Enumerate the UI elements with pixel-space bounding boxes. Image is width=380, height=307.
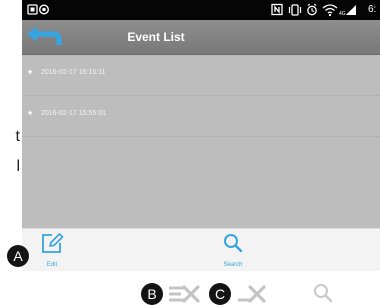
page-title: Event List (127, 30, 185, 44)
clear-all-icon (169, 285, 200, 303)
status-left-icons (27, 3, 67, 17)
callout-c: C (209, 283, 231, 305)
edit-label: Edit (46, 262, 58, 268)
star-icon: ★ (27, 110, 34, 117)
star-icon: ★ (27, 69, 34, 76)
callout-b: B (141, 283, 163, 305)
delete-icon (238, 285, 266, 303)
search-button[interactable]: Search (213, 229, 253, 271)
phone-screen: 4G 6: Event List ★ 2016-02-17 16:10:11 ★… (22, 0, 380, 271)
search-disabled-icon (314, 284, 333, 303)
callout-a: A (7, 245, 29, 267)
status-right-icons: 4G 6: (268, 3, 378, 17)
search-label: Search (223, 262, 243, 268)
app-header: Event List (22, 20, 380, 55)
search-icon (224, 234, 243, 253)
edit-icon (42, 233, 64, 253)
margin-text-2: l (16, 158, 20, 175)
status-system-icons: 4G (271, 3, 356, 17)
event-timestamp: 2016-02-17 15:55:01 (41, 110, 106, 117)
edit-button[interactable]: Edit (32, 229, 72, 271)
event-list: ★ 2016-02-17 16:10:11 ★ 2016-02-17 15:55… (22, 55, 380, 227)
event-timestamp: 2016-02-17 16:10:11 (41, 69, 106, 76)
screenshot-canvas: t l 4G 6: Event List ★ 2016-02-17 16:10:… (0, 0, 380, 307)
list-item[interactable]: ★ 2016-02-17 15:55:01 (22, 96, 380, 137)
bottom-toolbar: Edit Search (22, 228, 380, 271)
status-clock: 6: (368, 4, 377, 15)
list-item[interactable]: ★ 2016-02-17 16:10:11 (22, 55, 380, 96)
status-bar: 4G 6: (22, 0, 380, 20)
svg-text:4G: 4G (339, 11, 346, 17)
status-notification-icons (27, 4, 50, 15)
margin-text-1: t (15, 128, 20, 145)
